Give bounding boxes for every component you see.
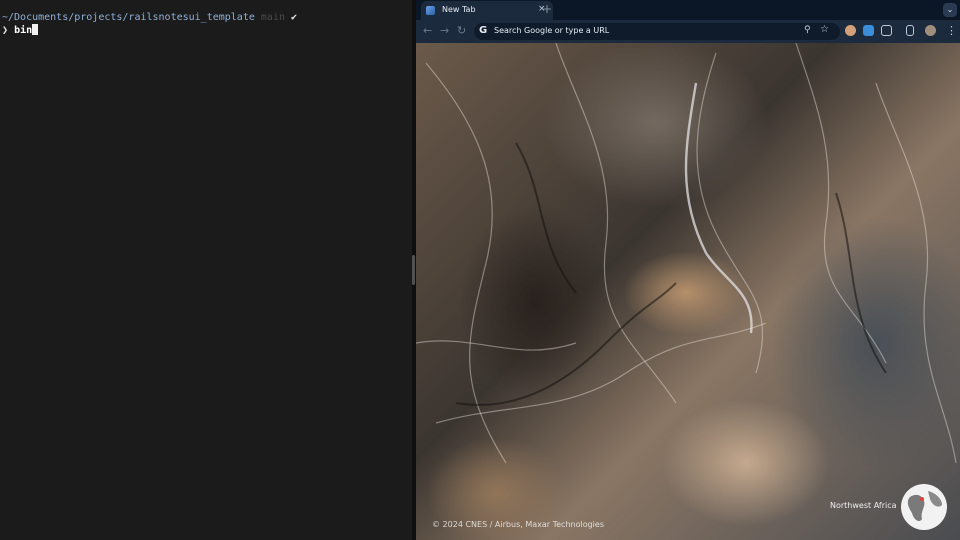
status-check-icon: ✔: [291, 12, 298, 23]
lens-search-icon[interactable]: ⚲: [804, 25, 811, 35]
new-tab-button[interactable]: +: [542, 2, 552, 16]
forward-button[interactable]: →: [440, 24, 449, 37]
git-branch: main: [260, 12, 285, 23]
address-placeholder: Search Google or type a URL: [494, 26, 610, 35]
profile-avatar[interactable]: [925, 25, 936, 36]
reload-button[interactable]: ↻: [457, 24, 466, 37]
tab-new-tab[interactable]: New Tab ×: [421, 1, 553, 20]
terrain-ridges: [416, 43, 957, 464]
side-panel-icon[interactable]: [906, 25, 914, 36]
browser-toolbar: ← → ↻ G Search Google or type a URL ⚲ ☆ …: [416, 20, 960, 43]
google-icon: G: [479, 25, 488, 36]
tab-strip: New Tab × + ⌄: [416, 0, 960, 20]
terminal-pane[interactable]: ~/Documents/projects/railsnotesui_templa…: [0, 0, 412, 540]
address-bar[interactable]: G Search Google or type a URL ⚲ ☆: [474, 23, 840, 40]
globe-icon[interactable]: [900, 483, 948, 531]
terminal-prompt-line: ~/Documents/projects/railsnotesui_templa…: [2, 12, 412, 24]
wallpaper-credit[interactable]: © 2024 CNES / Airbus, Maxar Technologies: [432, 520, 604, 529]
browser-menu-button[interactable]: ⋮: [946, 24, 957, 37]
tab-title: New Tab: [442, 5, 476, 14]
terminal-input-line[interactable]: ❯ bin: [2, 24, 412, 36]
new-tab-favicon-icon: [426, 6, 435, 15]
browser-window: New Tab × + ⌄ ← → ↻ G Search Google or t…: [416, 0, 960, 540]
command-text: bin: [14, 25, 33, 36]
tab-search-menu-button[interactable]: ⌄: [943, 3, 957, 17]
wallpaper-location[interactable]: Northwest Africa: [830, 501, 897, 510]
text-cursor: [32, 24, 39, 35]
prompt-symbol: ❯: [2, 25, 9, 36]
bookmark-star-icon[interactable]: ☆: [820, 24, 829, 35]
cwd-path: ~/Documents/projects/railsnotesui_templa…: [2, 12, 255, 23]
extensions-puzzle-icon[interactable]: [881, 25, 892, 36]
extension-2-icon[interactable]: [863, 25, 874, 36]
new-tab-wallpaper: © 2024 CNES / Airbus, Maxar Technologies…: [416, 43, 960, 540]
back-button[interactable]: ←: [423, 24, 432, 37]
pane-resize-handle[interactable]: [412, 255, 415, 285]
extension-1-icon[interactable]: [845, 25, 856, 36]
